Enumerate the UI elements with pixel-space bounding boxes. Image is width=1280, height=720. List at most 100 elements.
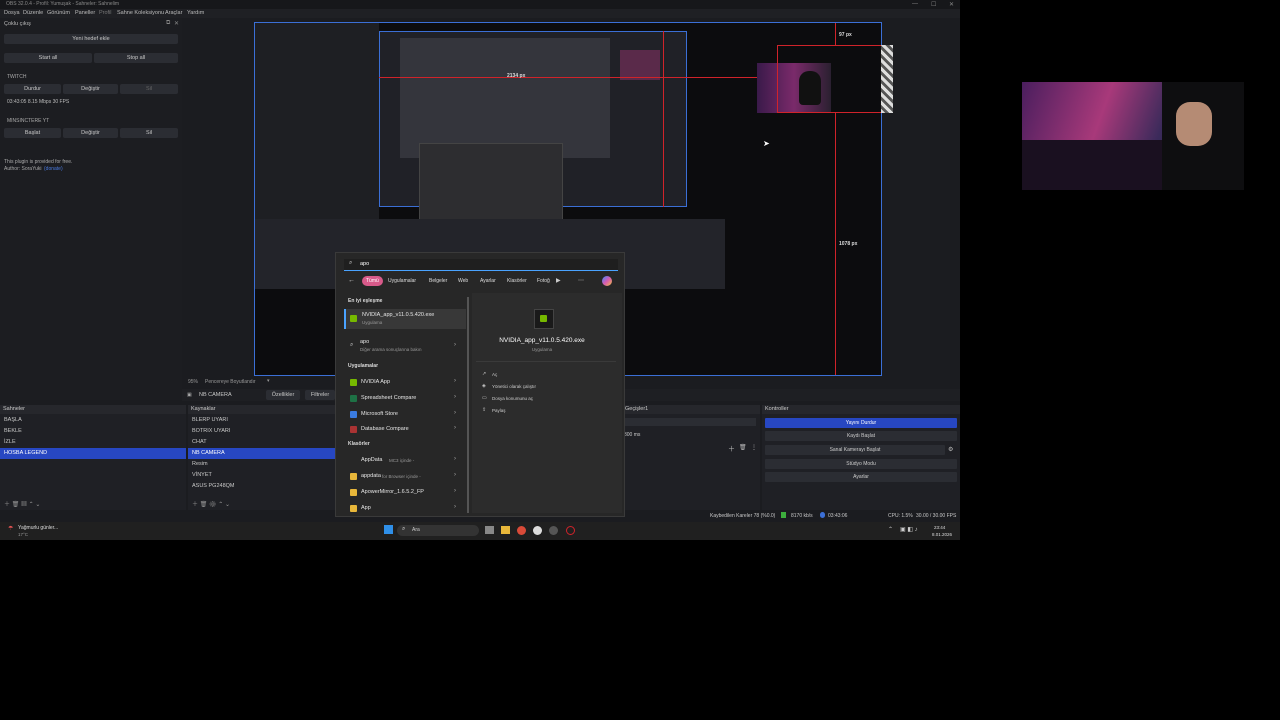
tray-icons[interactable]: ▣ ◧ ♪ <box>900 526 918 533</box>
menu-profile[interactable]: Profil <box>99 10 112 16</box>
add-source-icon[interactable]: ＋ <box>192 502 198 508</box>
best-match-item[interactable]: NVIDIA_app_v11.0.5.420.exe Uygulama <box>344 309 466 329</box>
menu-help[interactable]: Yardım <box>187 10 204 16</box>
chevron-right-icon[interactable]: › <box>454 425 456 431</box>
menu-view[interactable]: Görünüm <box>47 10 70 16</box>
start-recording-button[interactable]: Kaydı Başlat <box>765 431 957 441</box>
source-item[interactable]: Resim <box>188 459 335 470</box>
virtual-camera-button[interactable]: Sanal Kamerayı Başlat <box>765 445 945 455</box>
move-down-icon[interactable]: ⌄ <box>35 502 40 508</box>
tab-documents[interactable]: Belgeler <box>429 278 447 284</box>
weather-icon[interactable]: ☂ <box>8 525 13 532</box>
stop-all-button[interactable]: Stop all <box>94 53 178 63</box>
more-icon[interactable]: ⋯ <box>578 277 584 284</box>
youtube-edit-button[interactable]: Değiştir <box>63 128 118 138</box>
youtube-delete-button[interactable]: Sil <box>120 128 178 138</box>
transition-duration[interactable]: 300 ms <box>624 432 640 438</box>
action-open-location[interactable]: Dosya konumunu aç <box>492 396 533 401</box>
twitch-delete-button[interactable]: Sil <box>120 84 178 94</box>
web-search-item[interactable]: ⌕ apo Diğer arama sonuçlarına bakın › <box>344 337 464 355</box>
file-explorer-icon[interactable] <box>501 526 510 534</box>
source-item[interactable]: BLERP UYARI <box>188 415 335 426</box>
move-down-icon[interactable]: ⌄ <box>225 502 230 508</box>
scene-filter-icon[interactable]: ▦ <box>21 502 27 508</box>
zoom-level[interactable]: 95% <box>188 379 198 385</box>
tab-all[interactable]: Tümü <box>362 276 383 286</box>
donate-link[interactable]: (donate) <box>44 166 63 172</box>
copilot-icon[interactable] <box>602 276 612 286</box>
remove-source-icon[interactable]: 🗑 <box>200 502 208 508</box>
minimize-icon[interactable]: — <box>912 1 918 7</box>
chevron-right-icon[interactable]: › <box>454 410 456 416</box>
maximize-icon[interactable]: ☐ <box>931 1 936 8</box>
zoom-mode[interactable]: Pencereye Boyutlandır <box>205 379 256 385</box>
settings-button[interactable]: Ayarlar <box>765 472 957 482</box>
scene-item[interactable]: BEKLE <box>0 426 186 437</box>
youtube-start-button[interactable]: Başlat <box>4 128 61 138</box>
tab-web[interactable]: Web <box>458 278 468 284</box>
weather-text[interactable]: Yağmurlu günler... <box>18 525 58 531</box>
chevron-right-icon[interactable]: › <box>454 456 456 462</box>
start-icon[interactable] <box>384 525 393 534</box>
source-settings-icon[interactable]: ⚙ <box>209 502 217 508</box>
chevron-right-icon[interactable]: › <box>454 472 456 478</box>
task-view-icon[interactable] <box>485 526 494 534</box>
start-all-button[interactable]: Start all <box>4 53 92 63</box>
clock-time[interactable]: 23:44 <box>934 525 945 530</box>
chevron-right-icon[interactable]: › <box>454 342 456 348</box>
menu-edit[interactable]: Düzenle <box>23 10 43 16</box>
obs-icon[interactable] <box>533 526 542 535</box>
results-scrollbar[interactable] <box>467 297 469 513</box>
properties-button[interactable]: Özellikler <box>266 390 300 400</box>
add-target-button[interactable]: Yeni hedef ekle <box>4 34 178 44</box>
menu-file[interactable]: Dosya <box>4 10 20 16</box>
scene-item[interactable]: BAŞLA <box>0 415 186 426</box>
app-item[interactable]: NVIDIA App › <box>344 377 464 388</box>
add-transition-icon[interactable]: ＋ <box>728 444 735 454</box>
app-icon[interactable] <box>549 526 558 535</box>
play-icon[interactable]: ▶ <box>556 277 561 284</box>
remove-transition-icon[interactable]: 🗑 <box>739 444 747 451</box>
folder-item[interactable]: ApowerMirror_1.6.5.2_FP › <box>344 487 464 498</box>
move-up-icon[interactable]: ⌃ <box>29 502 34 508</box>
studio-mode-button[interactable]: Stüdyo Modu <box>765 459 957 469</box>
menu-docks[interactable]: Paneller <box>75 10 95 16</box>
virtual-camera-settings-icon[interactable]: ⚙ <box>948 446 953 453</box>
twitch-stop-button[interactable]: Durdur <box>4 84 61 94</box>
scene-item-selected[interactable]: HOSBA LEGEND <box>0 448 186 459</box>
recording-icon[interactable] <box>566 526 575 535</box>
back-arrow-icon[interactable]: ← <box>348 277 355 284</box>
tab-apps[interactable]: Uygulamalar <box>388 278 416 284</box>
scene-item[interactable]: İZLE <box>0 437 186 448</box>
move-up-icon[interactable]: ⌃ <box>218 502 223 508</box>
menu-scene-collection[interactable]: Sahne Koleksiyonu <box>117 10 164 16</box>
source-item[interactable]: VİNYET <box>188 470 335 481</box>
tab-folders[interactable]: Klasörler <box>507 278 527 284</box>
source-item[interactable]: ASUS PG248QM <box>188 481 335 492</box>
chevron-right-icon[interactable]: › <box>454 504 456 510</box>
app-item[interactable]: Microsoft Store › <box>344 409 464 420</box>
taskbar-search[interactable]: ⌕ Ara <box>397 525 479 536</box>
remove-scene-icon[interactable]: 🗑 <box>12 502 20 508</box>
folder-item[interactable]: appdata for Browser içinde - › <box>344 471 464 482</box>
chevron-right-icon[interactable]: › <box>454 394 456 400</box>
app-item[interactable]: Database Compare › <box>344 424 464 435</box>
float-icon[interactable]: ⧉ <box>166 20 170 27</box>
selection-bbox[interactable] <box>777 45 893 113</box>
source-item-selected[interactable]: NB CAMERA <box>188 448 335 459</box>
filters-button[interactable]: Filtreler <box>305 390 335 400</box>
clock-date[interactable]: 8.01.2026 <box>932 532 952 537</box>
tab-settings[interactable]: Ayarlar <box>480 278 496 284</box>
menu-tools[interactable]: Araçlar <box>165 10 182 16</box>
zoom-dropdown-icon[interactable]: ▾ <box>267 378 270 384</box>
folder-item[interactable]: App › <box>344 503 464 514</box>
folder-item[interactable]: AppData MC3 içinde - › <box>344 455 464 466</box>
chevron-right-icon[interactable]: › <box>454 378 456 384</box>
twitch-edit-button[interactable]: Değiştir <box>63 84 118 94</box>
app-item[interactable]: Spreadsheet Compare › <box>344 393 464 404</box>
close-icon[interactable]: ✕ <box>949 1 954 8</box>
action-share[interactable]: Paylaş <box>492 408 506 413</box>
tray-chevron-icon[interactable]: ⌃ <box>888 526 893 533</box>
chevron-right-icon[interactable]: › <box>454 488 456 494</box>
chrome-icon[interactable] <box>517 526 526 535</box>
